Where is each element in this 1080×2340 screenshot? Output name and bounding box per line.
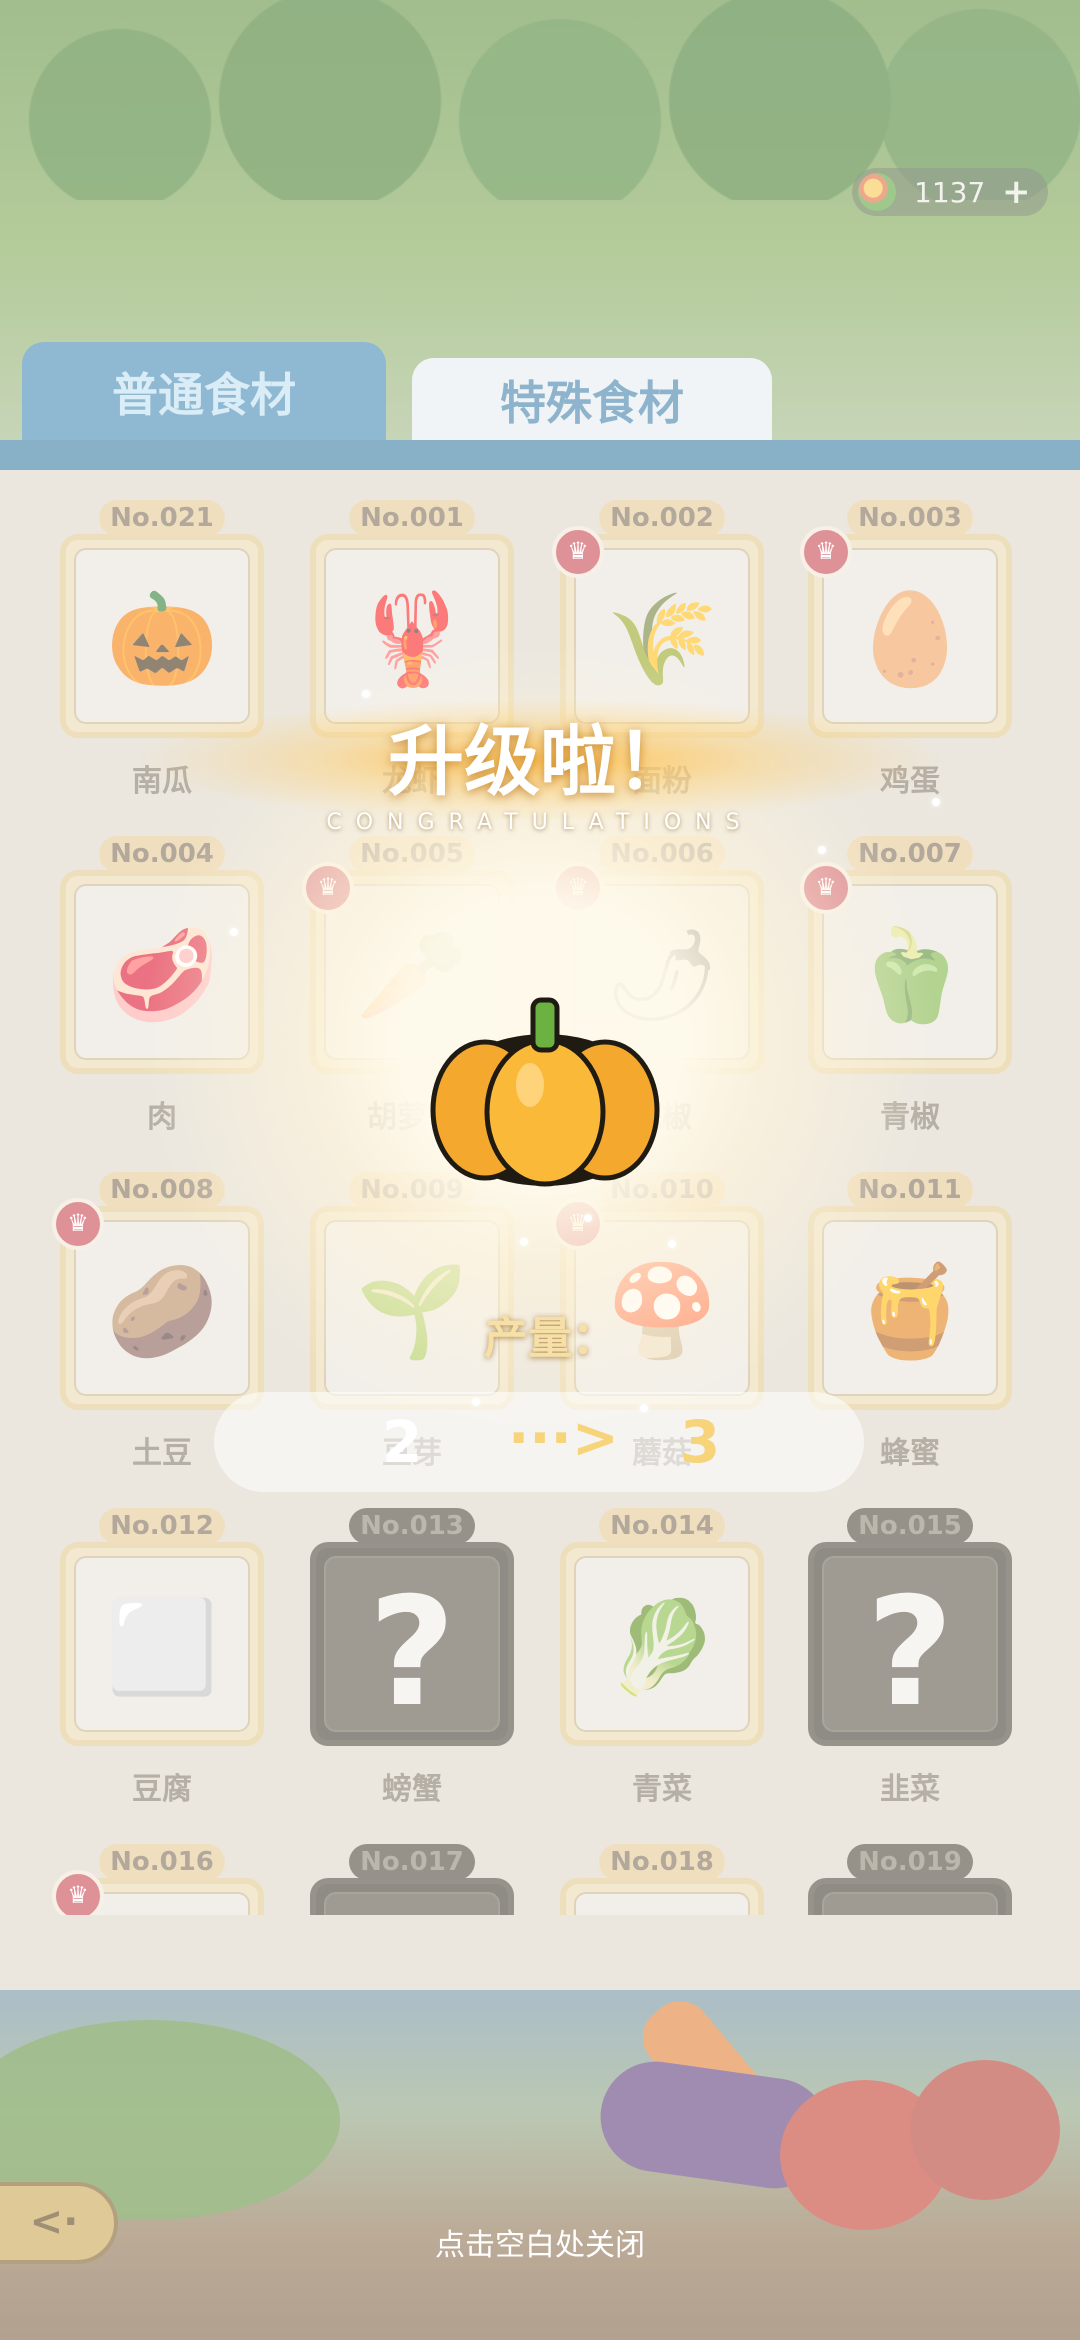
sparkle bbox=[668, 1240, 676, 1248]
levelup-title: 升级啦！ bbox=[388, 717, 692, 806]
close-hint: 点击空白处关闭 bbox=[435, 2228, 645, 2263]
sparkle bbox=[640, 1404, 648, 1412]
yield-label: 产量： bbox=[484, 1313, 616, 1364]
pumpkin-icon bbox=[430, 997, 660, 1187]
sparkle bbox=[584, 1214, 592, 1222]
sparkle bbox=[932, 798, 940, 806]
yield-old-value: 2 bbox=[381, 1408, 423, 1476]
arrow-right-icon: ···> bbox=[508, 1406, 619, 1471]
sparkle bbox=[818, 846, 826, 854]
sparkle bbox=[472, 1398, 480, 1406]
sparkle bbox=[362, 690, 370, 698]
yield-new-value: 3 bbox=[679, 1408, 721, 1476]
sparkle bbox=[230, 928, 238, 936]
levelup-subtitle: CONGRATULATIONS bbox=[326, 810, 754, 835]
sparkle bbox=[520, 1238, 528, 1246]
